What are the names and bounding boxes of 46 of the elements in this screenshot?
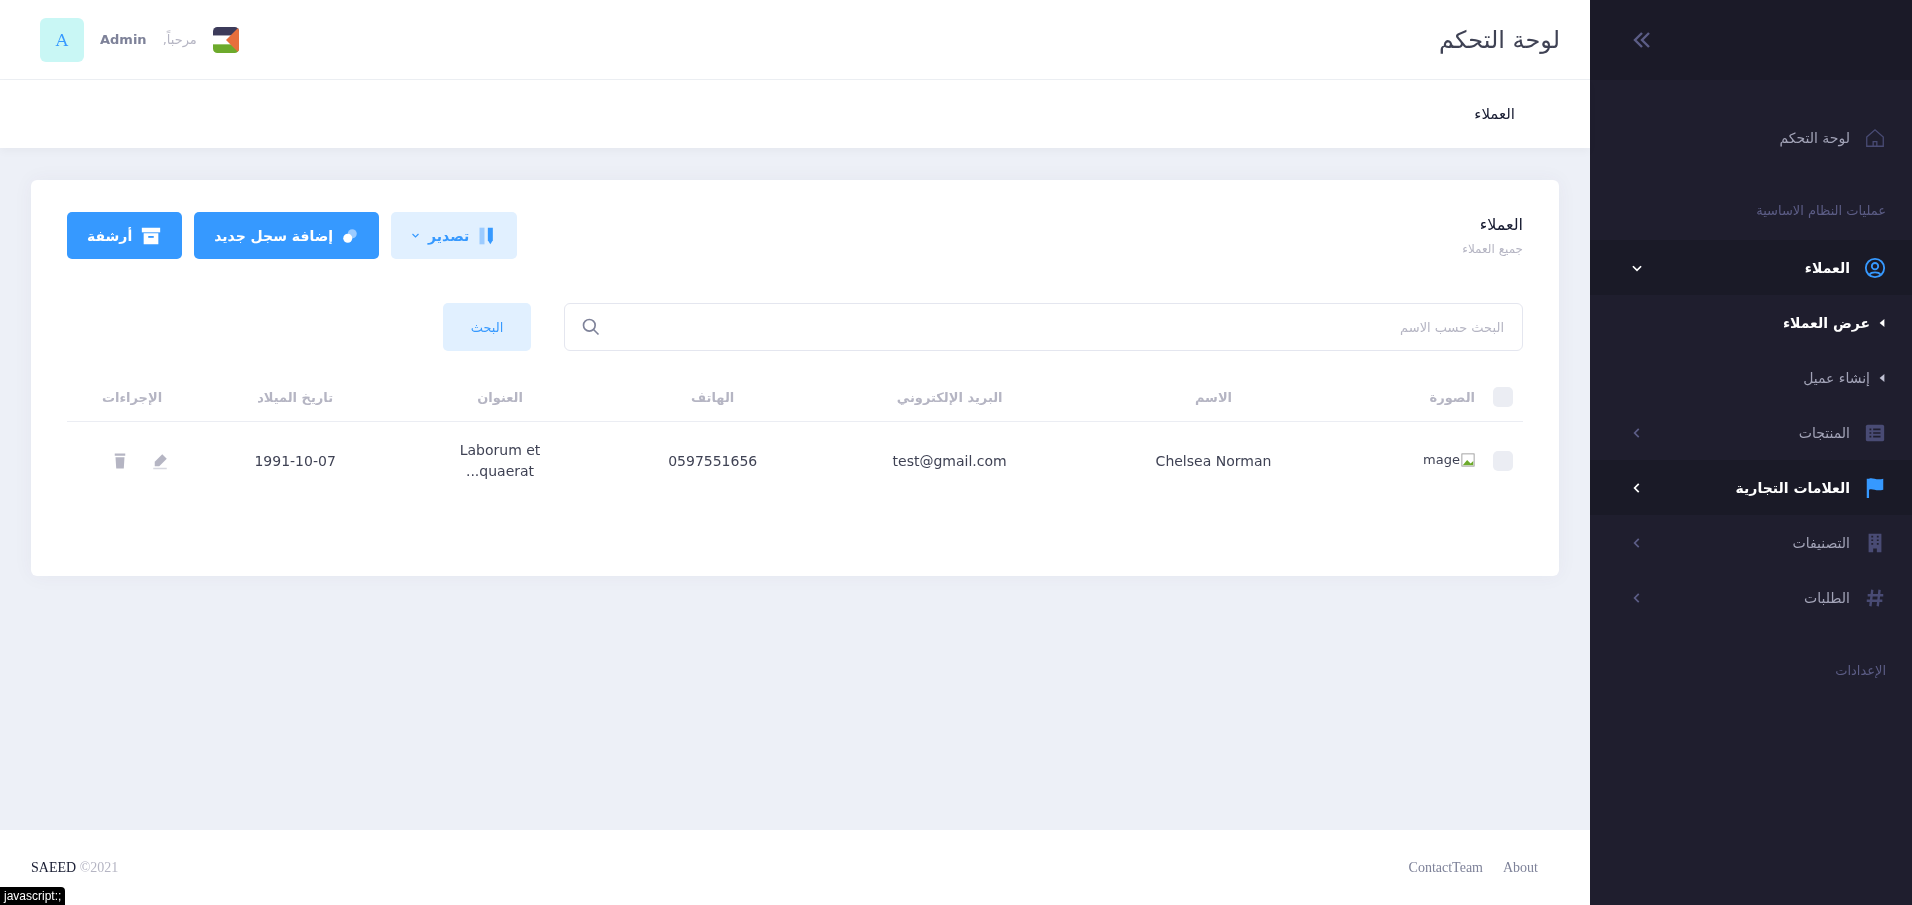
footer-copyright: SAEED ©2021: [31, 859, 119, 876]
sidebar-item[interactable]: لوحة التحكم: [1590, 110, 1912, 165]
sidebar-section-label: الإعدادات: [1834, 662, 1887, 680]
flag-icon[interactable]: [212, 26, 239, 53]
sidebar-item[interactable]: التصنيفات: [1590, 515, 1912, 570]
table-cell: Chelsea Norman: [1080, 421, 1347, 500]
column-header: الصورة: [1346, 387, 1483, 422]
column-header: الإجراءات: [67, 387, 197, 422]
greeting-text: مرحباً,: [162, 32, 197, 47]
user-circle-icon: [1864, 256, 1886, 279]
column-header: الهاتف: [606, 387, 819, 422]
column-header: تاريخ الميلاد: [197, 387, 394, 422]
caret-icon: [1878, 317, 1886, 328]
table-cell: test@gmail.com: [818, 421, 1081, 500]
caret-down-icon: [411, 231, 421, 240]
search-icon: [581, 317, 601, 337]
user-name: Admin: [100, 32, 147, 47]
table-cell-text: Laborum et quaerat...: [458, 441, 542, 481]
breadcrumb-text: العملاء: [1474, 105, 1515, 123]
sidebar-item[interactable]: المنتجات: [1590, 405, 1912, 460]
circles-icon: [341, 226, 360, 245]
flag-icon: [1864, 476, 1886, 499]
broken-image: mage: [1423, 452, 1475, 468]
broken-image-icon: [1461, 452, 1475, 467]
column-header: الاسم: [1080, 387, 1347, 422]
page-title: لوحة التحكم: [1439, 25, 1560, 54]
sidebar-item[interactable]: العلامات التجارية: [1590, 460, 1912, 515]
card-title: العملاء: [1478, 215, 1523, 234]
home-icon: [1864, 126, 1886, 149]
caret-icon: [1878, 372, 1886, 383]
sidebar-item[interactable]: العملاء: [1590, 240, 1912, 295]
table-cell: 0597551656: [606, 421, 819, 500]
pencil-icon[interactable]: [151, 452, 169, 470]
footer-link[interactable]: About: [1503, 859, 1538, 876]
table-cell: 1991-10-07: [197, 421, 394, 500]
search-input[interactable]: البحث حسب الاسم: [611, 318, 1506, 336]
footer-link[interactable]: ContactTeam: [1408, 859, 1483, 876]
column-header: العنوان: [393, 387, 607, 422]
card-subtitle: جميع العملاء: [1462, 242, 1523, 256]
sidebar-section-label: عمليات النظام الاساسية: [1755, 202, 1887, 220]
column-header: البريد الإلكتروني: [818, 387, 1081, 422]
sidebar-item[interactable]: الطلبات: [1590, 570, 1912, 625]
sidebar-subitem[interactable]: عرض العملاء: [1590, 295, 1912, 350]
status-bar-url: javascript:;: [0, 887, 66, 905]
sidebar-subitem[interactable]: إنشاء عميل: [1590, 350, 1912, 405]
search-field[interactable]: البحث حسب الاسم: [564, 303, 1523, 351]
